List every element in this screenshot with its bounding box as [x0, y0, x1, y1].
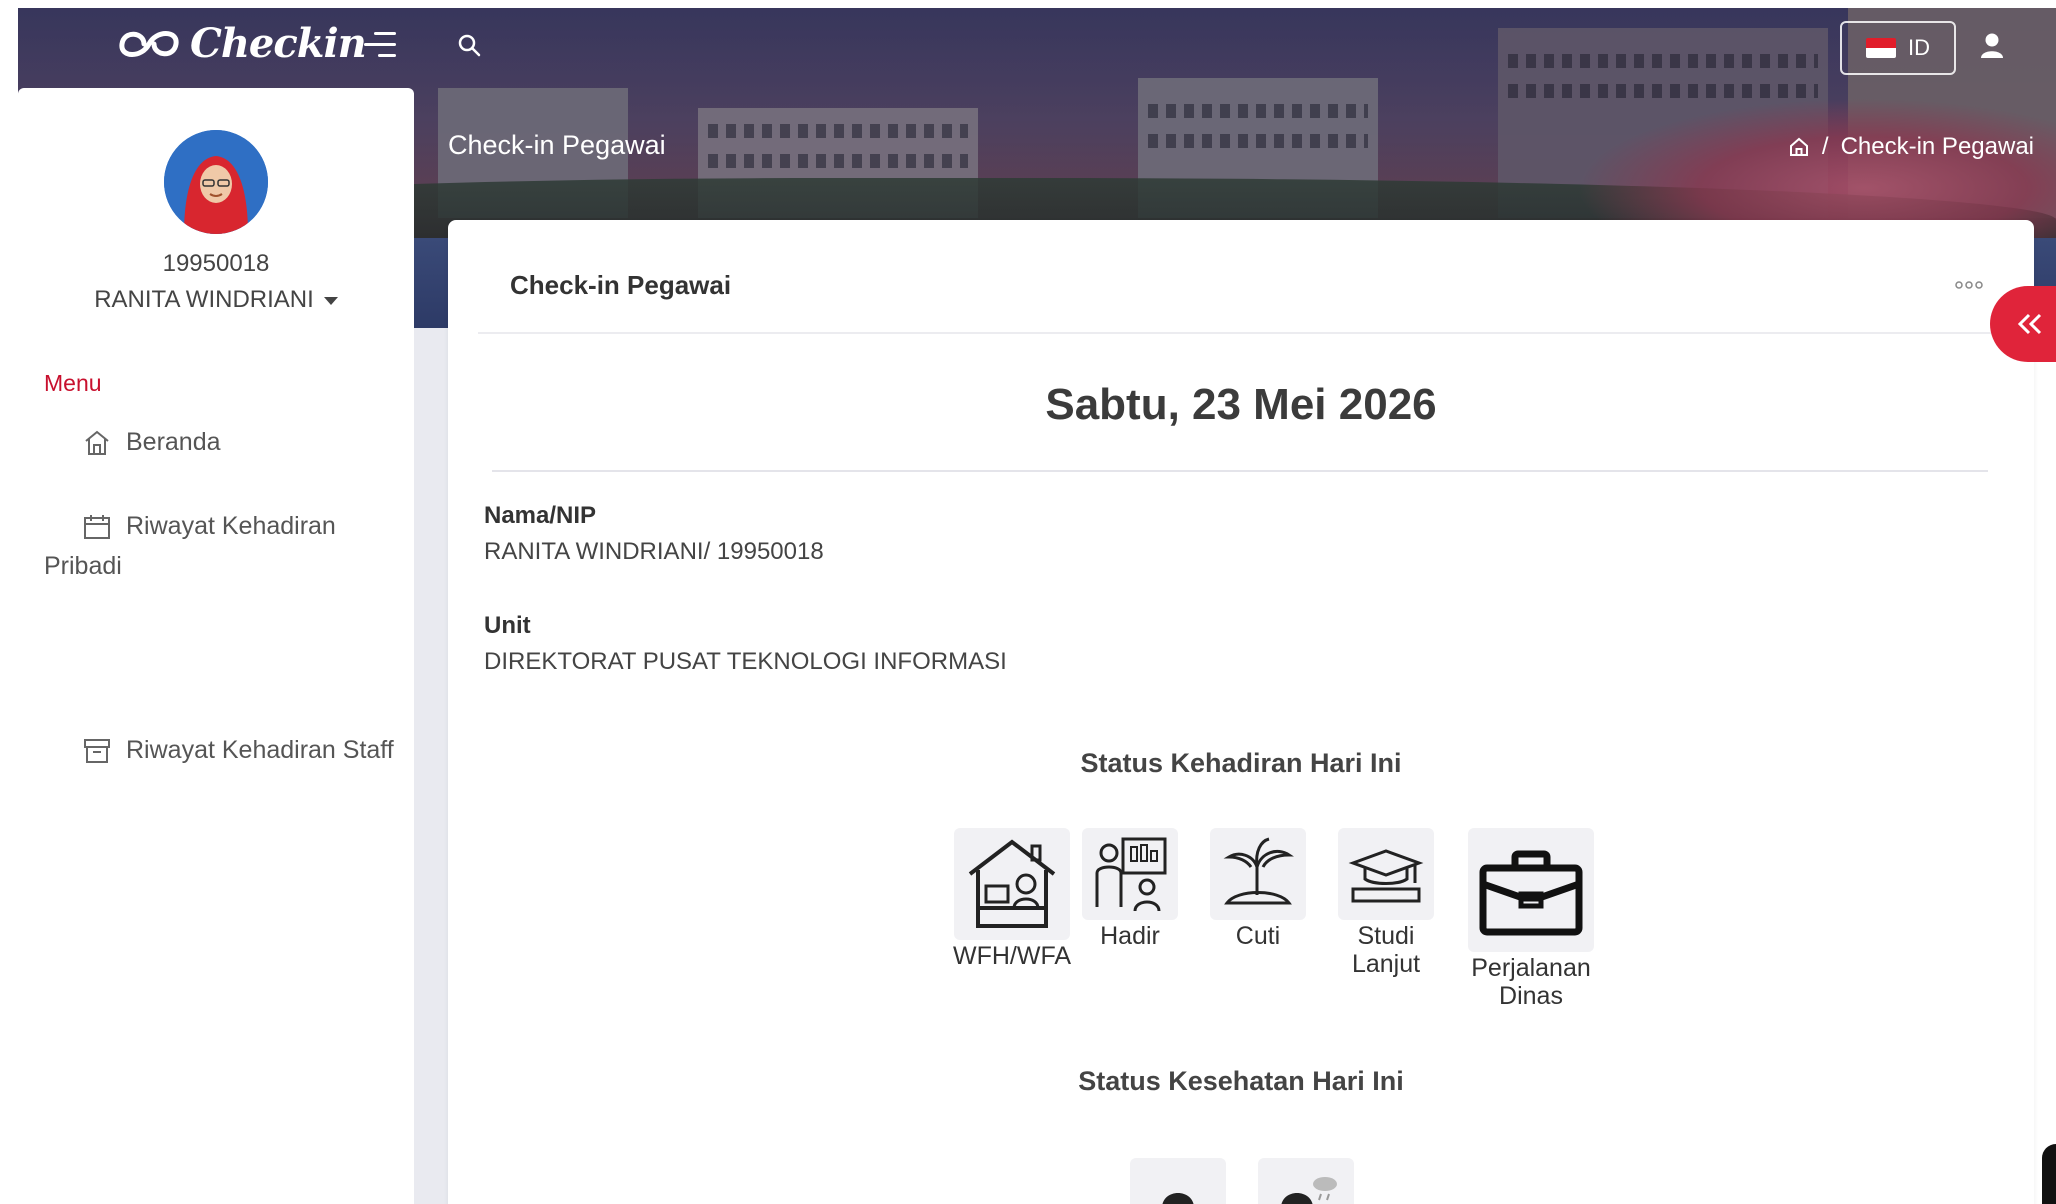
healthy-person-icon	[1162, 1193, 1194, 1204]
work-from-home-icon	[968, 839, 1056, 928]
divider	[492, 470, 1988, 472]
health-option-sick[interactable]	[1258, 1158, 1354, 1204]
health-status-title: Status Kesehatan Hari Ini	[1078, 1066, 1404, 1096]
sidebar: 19950018 RANITA WINDRIANI Menu Beranda R…	[18, 88, 414, 1204]
breadcrumb: / Check-in Pegawai	[1788, 133, 2034, 161]
menu-toggle-icon[interactable]	[364, 30, 396, 60]
sidebar-item-label: Riwayat Kehadiran Staff	[126, 736, 394, 764]
user-nip: 19950018	[162, 250, 270, 277]
app-name: Checkin	[190, 20, 367, 67]
sick-person-icon	[1281, 1177, 1337, 1204]
graduation-cap-icon	[1348, 849, 1424, 903]
language-code: ID	[1908, 35, 1930, 60]
vacation-island-icon	[1223, 837, 1294, 905]
breadcrumb-current: Check-in Pegawai	[1840, 133, 2034, 160]
caret-down-icon	[323, 296, 338, 305]
briefcase-icon	[1479, 850, 1583, 936]
status-label: Cuti	[1235, 922, 1281, 950]
status-label: Perjalanan Dinas	[1471, 954, 1591, 1010]
menu-label: Menu	[44, 370, 102, 396]
status-option-cuti[interactable]: Cuti	[1210, 828, 1306, 950]
status-option-hadir[interactable]: Hadir	[1082, 828, 1178, 950]
sidebar-item-riwayat-pribadi[interactable]: Riwayat Kehadiran Pribadi	[44, 506, 412, 586]
card-header: Check-in Pegawai	[478, 260, 2008, 334]
sidebar-item-label: Beranda	[126, 428, 221, 456]
attendance-status-title: Status Kehadiran Hari Ini	[1080, 748, 1402, 778]
present-teacher-icon	[1095, 837, 1167, 912]
checkin-logo-icon	[119, 30, 179, 57]
field-value-unit: DIREKTORAT PUSAT TEKNOLOGI INFORMASI	[484, 648, 1007, 675]
sidebar-item-riwayat-staff[interactable]: Riwayat Kehadiran Staff	[52, 730, 432, 770]
collapse-panel-button[interactable]	[1990, 286, 2056, 362]
home-icon	[85, 431, 109, 456]
health-option-healthy[interactable]	[1130, 1158, 1226, 1204]
app-logo[interactable]: Checkin	[114, 20, 367, 67]
status-option-perjalanan-dinas[interactable]: Perjalanan Dinas	[1464, 828, 1598, 1010]
avatar[interactable]	[164, 130, 268, 234]
status-option-wfh[interactable]: WFH/WFA	[952, 828, 1072, 970]
user-name-dropdown[interactable]: RANITA WINDRIANI	[18, 286, 414, 314]
archive-icon	[84, 739, 110, 764]
search-icon[interactable]	[456, 32, 482, 58]
page-title: Check-in Pegawai	[448, 130, 666, 160]
indonesia-flag-icon	[1866, 38, 1896, 58]
field-value-nama-nip: RANITA WINDRIANI/ 19950018	[484, 538, 824, 565]
more-options-icon[interactable]	[1954, 280, 1984, 290]
home-icon[interactable]	[1788, 136, 1810, 158]
user-profile-icon[interactable]	[1976, 30, 2008, 62]
current-date: Sabtu, 23 Mei 2026	[1045, 380, 1437, 429]
double-chevron-left-icon	[2017, 313, 2042, 335]
breadcrumb-separator: /	[1821, 133, 1829, 160]
status-label: WFH/WFA	[952, 942, 1072, 970]
status-label: Hadir	[1100, 922, 1160, 950]
user-name: RANITA WINDRIANI	[94, 286, 314, 313]
field-label-nama-nip: Nama/NIP	[484, 502, 597, 529]
field-label-unit: Unit	[484, 612, 531, 639]
sidebar-item-label-cont: Pribadi	[44, 552, 122, 580]
sidebar-item-label: Riwayat Kehadiran	[126, 512, 336, 540]
calendar-icon	[84, 515, 110, 540]
status-option-studi-lanjut[interactable]: Studi Lanjut	[1338, 828, 1434, 978]
language-switch-button[interactable]: ID	[1840, 21, 1956, 75]
checkin-card: Check-in Pegawai Sabtu, 23 Mei 2026 Nama…	[448, 220, 2034, 1204]
sidebar-item-beranda[interactable]: Beranda	[52, 422, 402, 462]
card-title: Check-in Pegawai	[510, 270, 732, 300]
scroll-corner	[2042, 1144, 2056, 1204]
status-label: Studi Lanjut	[1351, 922, 1421, 978]
